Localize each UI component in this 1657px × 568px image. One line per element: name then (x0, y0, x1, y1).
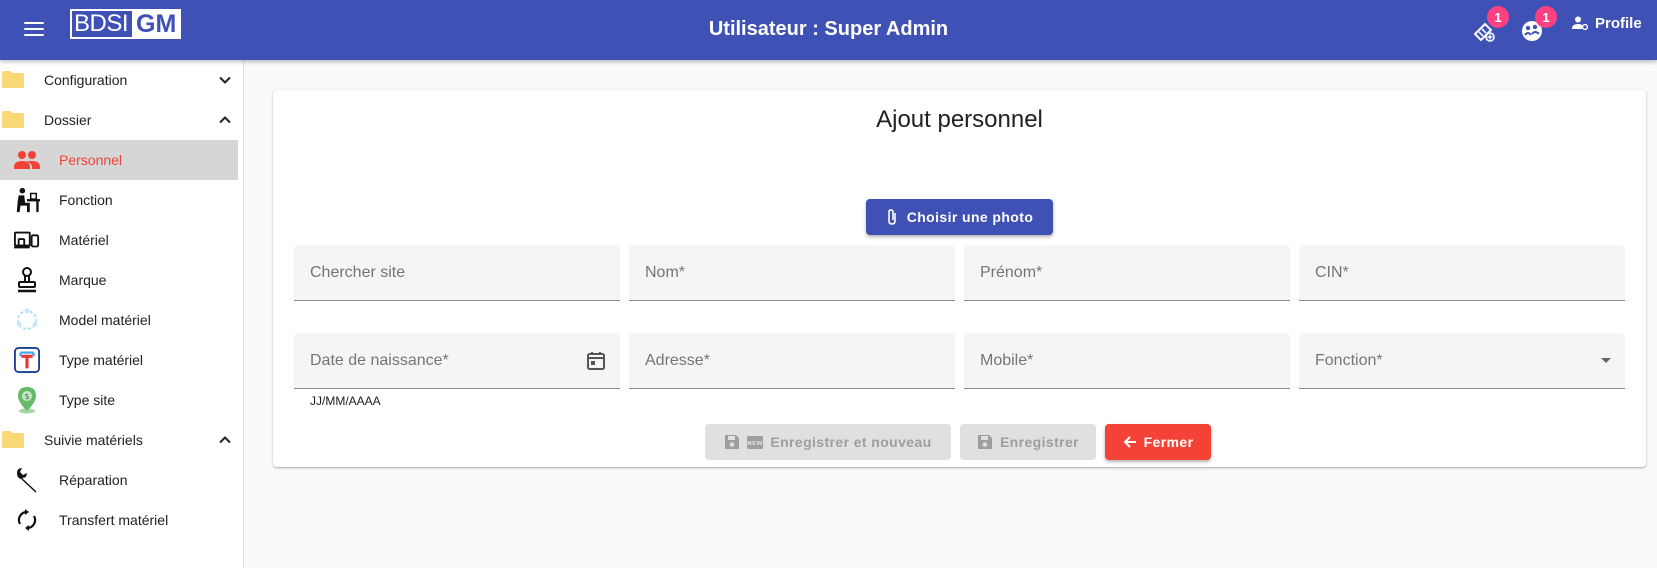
fonction-select[interactable]: Fonction* (1299, 333, 1625, 389)
field-label: Date de naissance* (310, 352, 449, 369)
calendar-icon[interactable] (584, 349, 608, 373)
field-label: Mobile* (980, 352, 1034, 369)
profile-button[interactable]: Profile (1572, 12, 1642, 34)
top-app-bar: BDSI GM Utilisateur : Super Admin 1 1 Pr… (0, 0, 1657, 60)
field-label: Nom* (645, 264, 686, 281)
choose-photo-button[interactable]: Choisir une photo (866, 199, 1053, 235)
form-title: Ajout personnel (876, 106, 1043, 133)
save-button[interactable]: Enregistrer (960, 424, 1096, 460)
user-settings-icon (1572, 16, 1588, 31)
devices-icon (14, 227, 40, 253)
sidebar-item-transfert-materiel[interactable]: Transfert matériel (0, 500, 238, 540)
adresse-field[interactable]: Adresse* (629, 333, 955, 389)
type-t-icon (14, 347, 40, 373)
sidebar-group-dossier[interactable]: Dossier (0, 100, 238, 140)
sidebar-item-marque[interactable]: Marque (0, 260, 238, 300)
field-label: Chercher site (310, 264, 406, 281)
sync-icon (14, 507, 40, 533)
sidebar-item-personnel[interactable]: Personnel (0, 140, 238, 180)
sidebar-item-fonction[interactable]: Fonction (0, 180, 238, 220)
sidebar-item-label: Type matériel (59, 352, 144, 368)
field-label: Prénom* (980, 264, 1043, 281)
map-pin-icon: $ (14, 387, 40, 414)
sidebar-item-materiel[interactable]: Matériel (0, 220, 238, 260)
sidebar-item-label: Personnel (59, 152, 123, 168)
sidebar-item-label: Réparation (59, 472, 128, 488)
nom-field[interactable]: Nom* (629, 245, 955, 301)
form-card: Ajout personnel Choisir une photo Cherch… (273, 90, 1646, 467)
choose-photo-label: Choisir une photo (906, 209, 1034, 225)
sidebar: Configuration Dossier Personnel Fonction… (0, 60, 244, 568)
sidebar-item-label: Type site (59, 392, 116, 408)
date-format-hint: JJ/MM/AAAA (310, 394, 381, 408)
tools-notification-icon[interactable]: 1 (1471, 6, 1509, 44)
date-naissance-field[interactable]: Date de naissance* (294, 333, 620, 389)
attachment-icon (887, 209, 896, 225)
sidebar-item-label: Transfert matériel (59, 512, 169, 528)
chevron-up-icon (219, 116, 231, 124)
new-icon: NEW (747, 435, 764, 449)
sidebar-item-label: Model matériel (59, 312, 151, 328)
arrow-left-icon (1123, 436, 1136, 448)
notification-badge: 1 (1487, 6, 1509, 28)
field-label: CIN* (1315, 264, 1349, 281)
sidebar-group-suivie-materiels[interactable]: Suivie matériels (0, 420, 238, 460)
page-title: Utilisateur : Super Admin (708, 18, 949, 40)
close-label: Fermer (1143, 434, 1194, 450)
save-and-new-button[interactable]: NEW Enregistrer et nouveau (705, 424, 951, 460)
site-search-field[interactable]: Chercher site (294, 245, 620, 301)
sidebar-item-label: Matériel (59, 232, 109, 248)
notification-badge: 1 (1535, 6, 1557, 28)
sidebar-item-type-materiel[interactable]: Type matériel (0, 340, 238, 380)
svg-text:$: $ (24, 392, 29, 401)
dropdown-arrow-icon (1601, 358, 1611, 363)
save-label: Enregistrer (999, 434, 1080, 450)
people-icon (14, 147, 40, 173)
logo-text-bdsi: BDSI (74, 10, 129, 37)
sidebar-group-label: Suivie matériels (44, 432, 143, 448)
sidebar-item-model-materiel[interactable]: Model matériel (0, 300, 238, 340)
field-label: Fonction* (1315, 352, 1383, 369)
save-icon (977, 435, 992, 449)
profile-label: Profile (1595, 14, 1642, 32)
support-notification-icon[interactable]: 1 (1519, 6, 1557, 44)
cin-field[interactable]: CIN* (1299, 245, 1625, 301)
sidebar-item-reparation[interactable]: Réparation (0, 460, 238, 500)
wrench-icon (14, 467, 40, 493)
close-button[interactable]: Fermer (1105, 424, 1211, 460)
svg-text:NEW: NEW (748, 441, 764, 447)
folder-icon (2, 111, 24, 128)
folder-icon (2, 71, 24, 88)
person-desk-icon (14, 187, 40, 213)
app-logo[interactable]: BDSI GM (70, 9, 182, 39)
save-and-new-label: Enregistrer et nouveau (770, 434, 932, 450)
prenom-field[interactable]: Prénom* (964, 245, 1290, 301)
mobile-field[interactable]: Mobile* (964, 333, 1290, 389)
save-icon (725, 435, 740, 449)
chevron-up-icon (219, 436, 231, 444)
field-label: Adresse* (645, 352, 710, 369)
logo-text-gm: GM (132, 11, 180, 37)
chevron-down-icon (219, 76, 231, 84)
sidebar-group-label: Configuration (44, 72, 128, 88)
folder-icon (2, 431, 24, 448)
sidebar-group-configuration[interactable]: Configuration (0, 60, 238, 100)
sidebar-item-label: Marque (59, 272, 107, 288)
sidebar-item-type-site[interactable]: $ Type site (0, 380, 238, 420)
sidebar-item-label: Fonction (59, 192, 113, 208)
sidebar-group-label: Dossier (44, 112, 92, 128)
model-icon (14, 307, 40, 333)
stamp-icon (14, 267, 40, 293)
menu-icon[interactable] (22, 14, 54, 46)
